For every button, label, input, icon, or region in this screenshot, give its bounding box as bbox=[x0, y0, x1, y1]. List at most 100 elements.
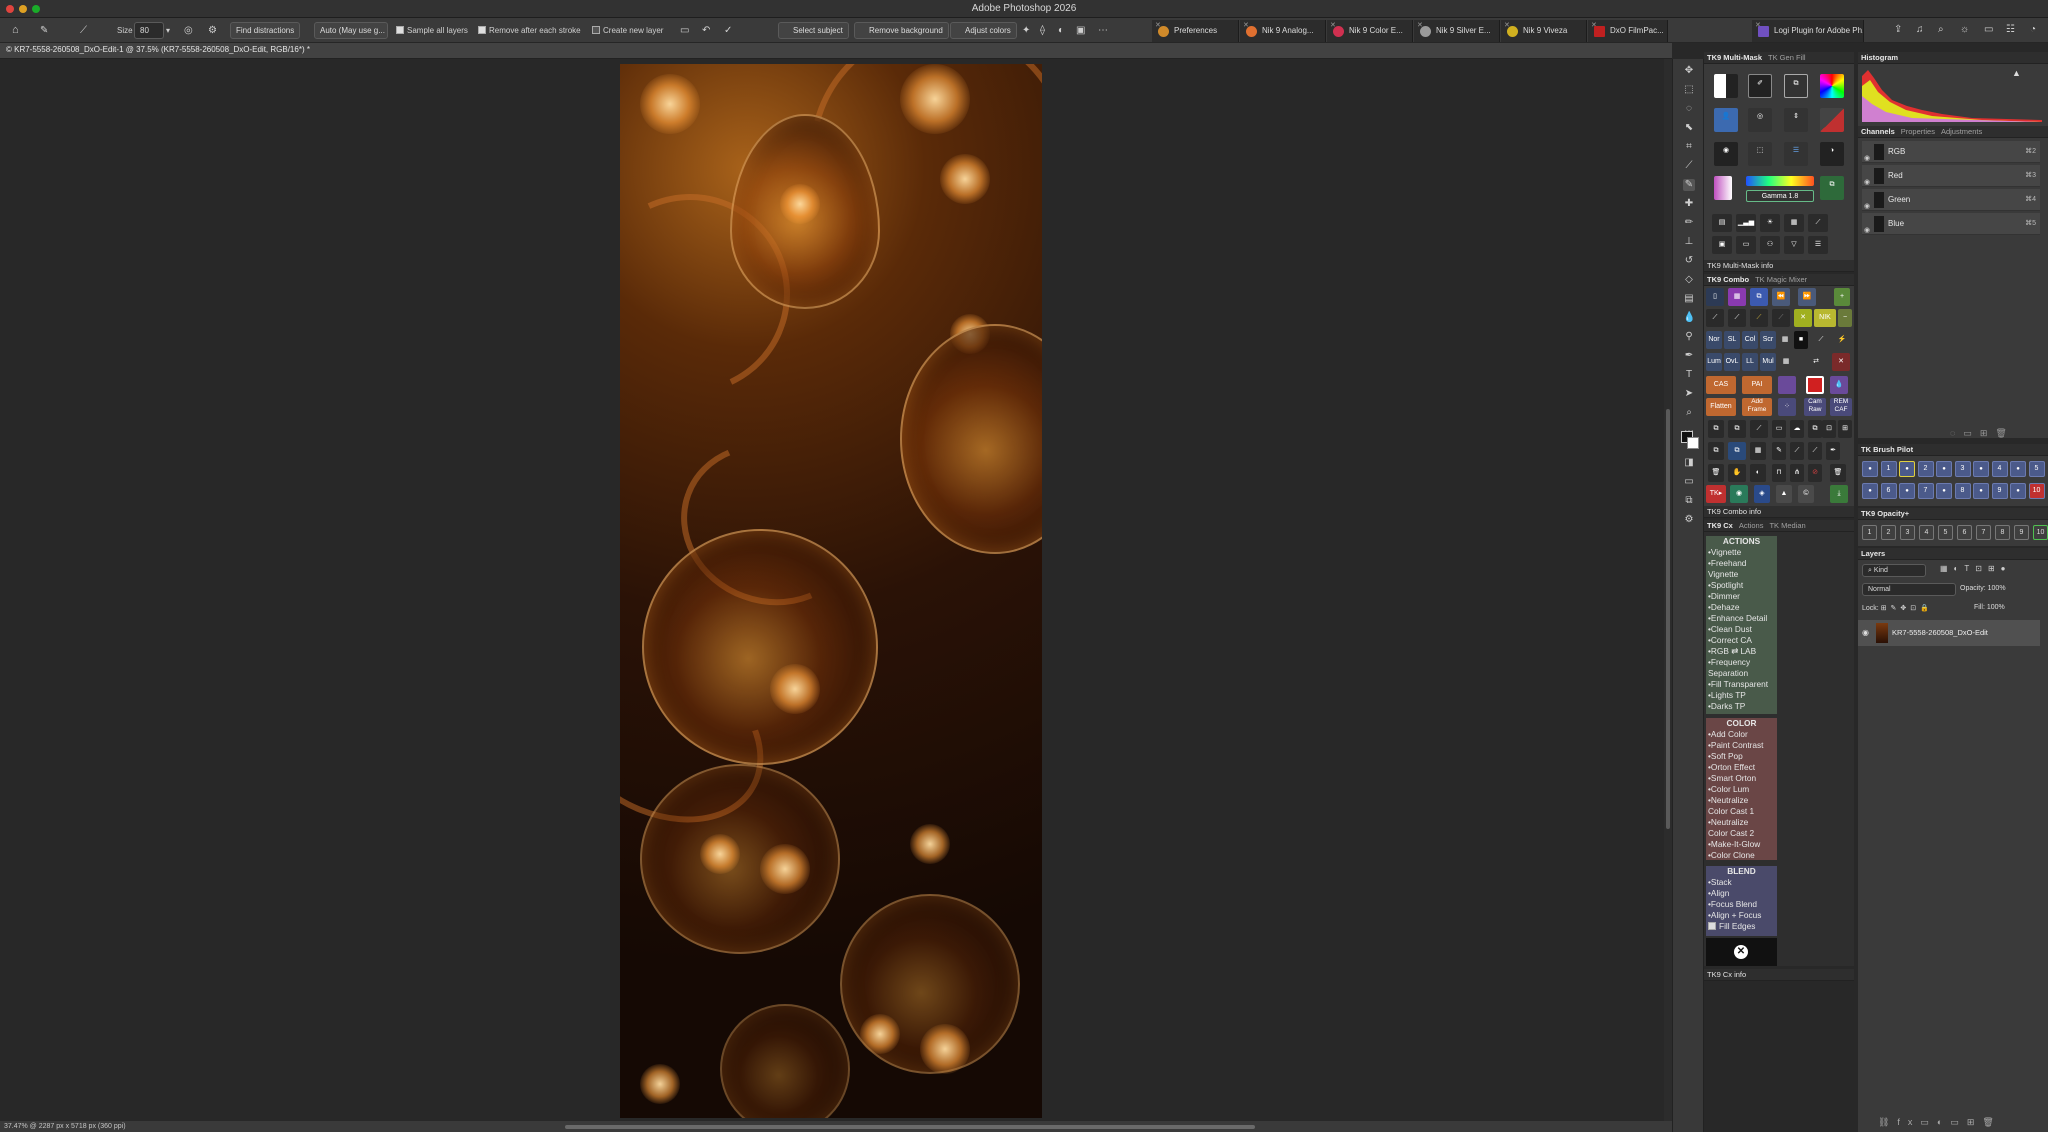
opacity-preset-button[interactable]: 10 bbox=[2033, 525, 2048, 540]
opacity-preset-button[interactable]: 9 bbox=[2014, 525, 2029, 540]
panel-title[interactable]: TK9 Cx bbox=[1707, 521, 1733, 530]
steps-icon[interactable]: ⊓ bbox=[1772, 464, 1786, 482]
remove-after-stroke-checkbox[interactable]: Remove after each stroke bbox=[478, 23, 581, 38]
search-icon[interactable]: ⌕ bbox=[1938, 22, 1944, 37]
action-item[interactable]: •Orton Effect bbox=[1706, 762, 1777, 773]
opacity-preset-button[interactable]: 5 bbox=[1938, 525, 1953, 540]
lock-icons[interactable]: ⊞✎✥⊡🔒 bbox=[1881, 605, 1933, 612]
action-item[interactable]: •Lights TP bbox=[1706, 690, 1777, 701]
dash-icon[interactable]: ⟋ bbox=[1790, 442, 1804, 460]
blend-scr-button[interactable]: Scr bbox=[1760, 331, 1776, 349]
channel-row[interactable]: ◉ RGB ⌘2 bbox=[1862, 141, 2040, 163]
checkbox-checked-icon[interactable] bbox=[478, 26, 486, 34]
layer-icon[interactable]: ▭ bbox=[1772, 420, 1786, 438]
panel-title[interactable]: TK9 Opacity+ bbox=[1861, 509, 1909, 518]
action-item[interactable]: •Paint Contrast bbox=[1706, 740, 1777, 751]
paint-icon[interactable]: ⟋ bbox=[1706, 309, 1724, 327]
opacity-preset-button[interactable]: 4 bbox=[1919, 525, 1934, 540]
action-item[interactable]: •Color Lum bbox=[1706, 784, 1777, 795]
blend-mode-select[interactable]: Normal bbox=[1862, 583, 1956, 596]
remove-tool-icon[interactable]: ✎ bbox=[40, 23, 48, 38]
size-dropdown-icon[interactable]: ▾ bbox=[166, 23, 170, 38]
home-icon[interactable]: ⌂ bbox=[12, 23, 19, 38]
brush-dot-button[interactable]: ● bbox=[1936, 461, 1952, 477]
action-item[interactable]: •Neutralize bbox=[1706, 817, 1777, 828]
lightning-icon[interactable]: ⚡ bbox=[1834, 331, 1850, 349]
action-item[interactable]: •Dehaze bbox=[1706, 602, 1777, 613]
mask-person-button[interactable]: 👤 bbox=[1714, 108, 1738, 132]
group-icon[interactable]: ⧉ bbox=[1808, 420, 1822, 438]
opacity-control[interactable]: Opacity: 100% bbox=[1960, 585, 2006, 592]
plugin-tab-nik-viveza[interactable]: ✕ Nik 9 Viveza bbox=[1501, 20, 1587, 42]
triangle-icon[interactable]: ▽ bbox=[1784, 236, 1804, 254]
vertical-scrollbar[interactable] bbox=[1664, 59, 1672, 1121]
fill-edges-checkbox[interactable]: Fill Edges bbox=[1706, 921, 1777, 932]
channel-row[interactable]: ◉ Red ⌘3 bbox=[1862, 165, 2040, 187]
layer-name[interactable]: KR7-5558-260508_DxO-Edit bbox=[1892, 628, 1988, 637]
layers-stack-icon[interactable]: ◈ bbox=[1754, 485, 1770, 503]
create-new-layer-checkbox[interactable]: Create new layer bbox=[592, 23, 663, 38]
blend-mul-button[interactable]: Mul bbox=[1760, 353, 1776, 371]
nodes-icon[interactable]: ⚇ bbox=[1760, 236, 1780, 254]
no-red-icon[interactable]: ⊘ bbox=[1808, 464, 1822, 482]
panel-title[interactable]: Histogram bbox=[1861, 53, 1898, 62]
action-item[interactable]: •Spotlight bbox=[1706, 580, 1777, 591]
opacity-preset-button[interactable]: 1 bbox=[1862, 525, 1877, 540]
brush-preset-icon[interactable]: ⟋ bbox=[80, 23, 87, 38]
panel-tab-adjustments[interactable]: Adjustments bbox=[1941, 127, 1982, 136]
action-item[interactable]: Separation bbox=[1706, 668, 1777, 679]
action-item[interactable]: Color Cast 1 bbox=[1706, 806, 1777, 817]
notifications-icon[interactable]: ♫ bbox=[1916, 22, 1924, 37]
stack-icon[interactable]: ⧉ bbox=[1728, 420, 1746, 438]
action-item[interactable]: •Make-It-Glow bbox=[1706, 839, 1777, 850]
plugin-tab-nik-analog[interactable]: ✕ Nik 9 Analog... bbox=[1240, 20, 1326, 42]
opacity-preset-button[interactable]: 8 bbox=[1995, 525, 2010, 540]
opacity-preset-button[interactable]: 2 bbox=[1881, 525, 1896, 540]
opacity-value[interactable]: 100% bbox=[1988, 585, 2006, 592]
share-icon[interactable]: ⇪ bbox=[1894, 22, 1902, 37]
action-item[interactable]: •Enhance Detail bbox=[1706, 613, 1777, 624]
action-item[interactable]: Vignette bbox=[1706, 569, 1777, 580]
mask-lum-button[interactable]: ◉ bbox=[1714, 142, 1738, 166]
eye-icon[interactable]: ◉ bbox=[1730, 485, 1748, 503]
cam-raw-button[interactable]: Cam Raw bbox=[1804, 398, 1826, 416]
opacity-preset-button[interactable]: 3 bbox=[1900, 525, 1915, 540]
scrollbar-thumb[interactable] bbox=[1666, 409, 1670, 829]
spectrum-strip[interactable] bbox=[1746, 176, 1814, 186]
triangle-white-icon[interactable]: ▲ bbox=[1776, 485, 1792, 503]
blend-lum-button[interactable]: Lum bbox=[1706, 353, 1722, 371]
mask-icon[interactable]: ◐ bbox=[1058, 23, 1064, 38]
action-item[interactable]: •Align + Focus bbox=[1706, 910, 1777, 921]
pattern-icon[interactable]: ▦ bbox=[1778, 331, 1792, 349]
close-circle-icon[interactable]: ✕ bbox=[1734, 945, 1748, 959]
action-item[interactable]: •Dimmer bbox=[1706, 591, 1777, 602]
gradient-strip[interactable] bbox=[1714, 176, 1732, 200]
brush-dot-button[interactable]: ● bbox=[1899, 461, 1915, 477]
rewind-icon[interactable]: ⏪ bbox=[1772, 288, 1790, 306]
brush-dot-button[interactable]: ● bbox=[2010, 483, 2026, 499]
brush-preset-button[interactable]: 9 bbox=[1991, 483, 2008, 499]
histogram-icon[interactable]: ▁▃▅ bbox=[1736, 214, 1756, 232]
panel-tab[interactable]: TK Median bbox=[1769, 521, 1805, 530]
action-item[interactable]: •Darks TP bbox=[1706, 701, 1777, 712]
mask-color-wheel-button[interactable] bbox=[1820, 74, 1844, 98]
brush-dot-button[interactable]: ● bbox=[2010, 461, 2026, 477]
levels-icon[interactable]: ▤ bbox=[1712, 214, 1732, 232]
mask-brush-button[interactable]: ✐ bbox=[1748, 74, 1772, 98]
panel-tab[interactable]: TK Magic Mixer bbox=[1755, 275, 1807, 284]
sun-icon[interactable]: ☀ bbox=[1760, 214, 1780, 232]
rem-caf-button[interactable]: REM CAF bbox=[1830, 398, 1852, 416]
document-tab[interactable]: © KR7-5558-260508_DxO-Edit-1 @ 37.5% (KR… bbox=[0, 43, 1672, 59]
menu-lines-icon[interactable]: ☰ bbox=[1808, 236, 1828, 254]
flatten-button[interactable]: Flatten bbox=[1706, 398, 1736, 416]
action-item[interactable]: •Frequency bbox=[1706, 657, 1777, 668]
copyright-icon[interactable]: © bbox=[1798, 485, 1814, 503]
rgb-split-icon[interactable]: ⧉ bbox=[1750, 288, 1768, 306]
opacity-preset-button[interactable]: 6 bbox=[1957, 525, 1972, 540]
dots-icon[interactable]: ⁘ bbox=[1778, 398, 1796, 416]
curve-icon[interactable]: ⟋ bbox=[1808, 214, 1828, 232]
opacity-preset-button[interactable]: 7 bbox=[1976, 525, 1991, 540]
expand-icon[interactable]: ✕ bbox=[1794, 309, 1812, 327]
layer-kind-filter[interactable]: ⌕ Kind bbox=[1862, 564, 1926, 577]
mask-range-button[interactable]: ⇕ bbox=[1784, 108, 1808, 132]
